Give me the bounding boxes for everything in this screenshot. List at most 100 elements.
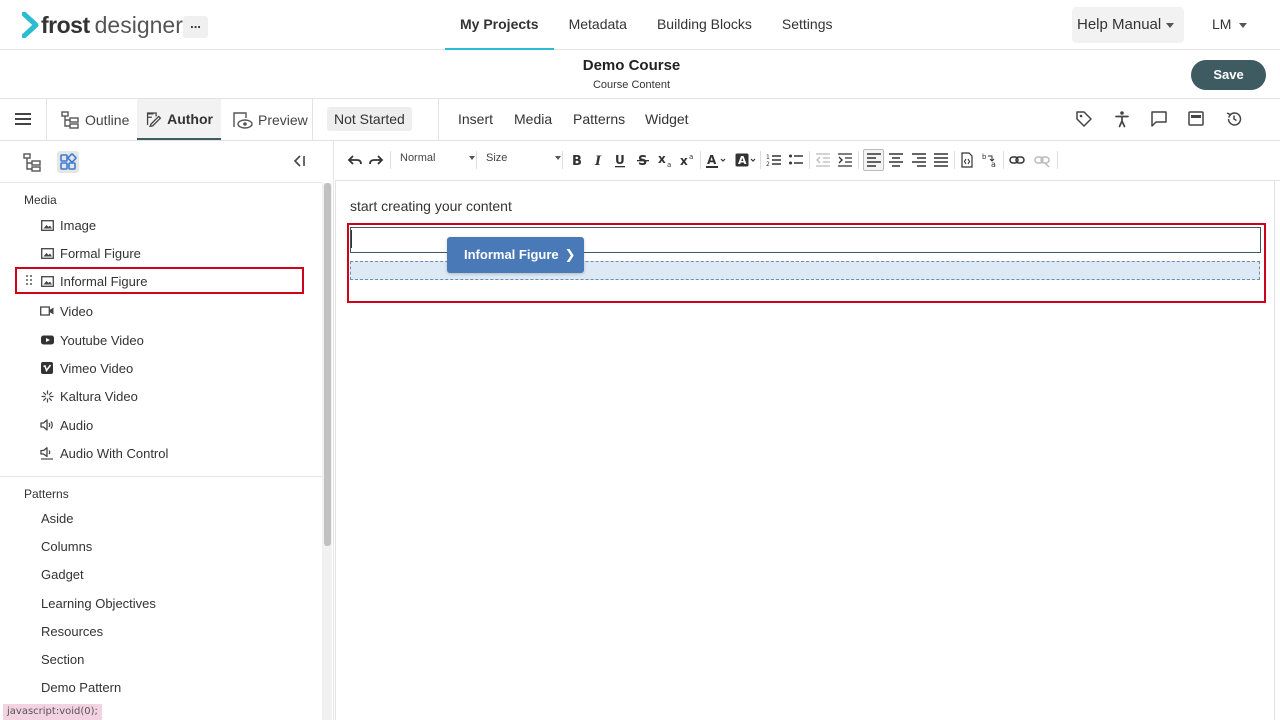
drag-handle-icon[interactable] [25,274,33,286]
tab-settings[interactable]: Settings [767,0,848,50]
menu-media[interactable]: Media [514,111,552,127]
kaltura-icon [40,389,54,403]
chevron-down-icon [555,156,561,160]
align-right-icon[interactable] [911,152,927,168]
unlink-icon[interactable] [1034,152,1050,168]
find-replace-icon[interactable]: ba [982,152,1000,168]
video-icon [40,304,54,318]
frost-designer-logo[interactable]: frost designer [22,11,183,39]
block-video[interactable]: Video [40,300,93,322]
bullet-list-icon[interactable] [788,152,804,168]
background-color-icon[interactable]: A [735,152,757,168]
tab-my-projects[interactable]: My Projects [445,0,554,50]
outdent-icon[interactable] [815,152,831,168]
tag-icon[interactable] [1075,110,1093,128]
undo-icon[interactable] [347,152,363,168]
tab-preview[interactable]: Preview [223,99,316,140]
image-icon [40,218,54,232]
comment-icon[interactable] [1150,110,1168,128]
align-justify-icon[interactable] [933,152,949,168]
superscript-icon[interactable]: xa [679,152,695,168]
user-initials: LM [1212,16,1232,32]
size-dropdown-value: Size [486,152,508,164]
divider [1003,151,1004,169]
help-manual-dropdown[interactable]: Help Manual [1072,7,1184,43]
user-menu[interactable]: LM [1212,16,1248,32]
text-color-icon[interactable]: A [705,152,727,168]
redo-icon[interactable] [368,152,384,168]
block-image[interactable]: Image [40,214,96,236]
block-audio-with-control[interactable]: Audio With Control [40,442,168,464]
logo-text-designer: designer [94,11,183,38]
accessibility-icon[interactable] [1113,110,1131,128]
menu-widget[interactable]: Widget [645,111,689,127]
highlighted-block-outline [15,267,304,294]
strikethrough-icon[interactable]: S [635,152,651,168]
sidebar-header [0,141,322,183]
course-title-bar: Demo Course Course Content Save [0,50,1280,99]
block-youtube-video-label: Youtube Video [60,332,144,348]
dragging-block-chip[interactable]: Informal Figure ❯ [447,237,584,273]
logo-chevron-icon [22,12,39,38]
save-button[interactable]: Save [1191,60,1266,90]
pattern-demo-pattern[interactable]: Demo Pattern [41,680,121,695]
align-center-icon[interactable] [888,152,904,168]
more-button[interactable]: ... [183,16,208,38]
course-title: Demo Course [582,57,681,74]
bold-icon[interactable]: B [568,152,584,168]
underline-icon[interactable]: U [612,152,628,168]
status-badge[interactable]: Not Started [327,107,412,131]
media-section-heading: Media [24,193,57,207]
chevron-right-icon: ❯ [564,247,576,262]
block-audio-with-control-label: Audio With Control [60,445,169,461]
numbered-list-icon[interactable]: 12 [766,152,782,168]
pattern-resources[interactable]: Resources [41,624,103,639]
source-code-icon[interactable] [959,152,975,168]
sidebar-scrollbar-thumb[interactable] [324,183,331,546]
pattern-learning-objectives[interactable]: Learning Objectives [41,596,156,611]
subscript-icon[interactable]: xa [657,152,673,168]
pattern-gadget[interactable]: Gadget [41,567,84,582]
history-icon[interactable] [1225,110,1243,128]
block-vimeo-video[interactable]: Vimeo Video [40,357,133,379]
tab-author[interactable]: Author [137,99,221,140]
tab-metadata[interactable]: Metadata [554,0,642,50]
outline-tree-icon [61,110,79,129]
svg-text:A: A [738,154,747,167]
svg-text:a: a [667,161,671,168]
block-audio[interactable]: Audio [40,414,93,436]
audio-icon [40,418,54,432]
blocks-grid-icon[interactable] [57,151,79,173]
patterns-section-heading: Patterns [24,487,69,501]
menu-patterns[interactable]: Patterns [573,111,625,127]
tab-outline[interactable]: Outline [52,99,137,140]
window-icon[interactable] [1187,110,1205,128]
editor-placeholder-text[interactable]: start creating your content [350,198,512,214]
indent-icon[interactable] [837,152,853,168]
align-left-icon[interactable] [866,152,882,168]
svg-text:b: b [982,153,987,161]
menu-insert[interactable]: Insert [458,111,493,127]
sidebar-divider [0,476,322,477]
pattern-aside[interactable]: Aside [41,511,74,526]
tab-building-blocks[interactable]: Building Blocks [642,0,767,50]
hamburger-menu-icon[interactable] [15,112,31,126]
pattern-section[interactable]: Section [41,652,84,667]
link-icon[interactable] [1009,152,1025,168]
format-dropdown[interactable]: Normal [400,150,475,170]
format-dropdown-value: Normal [400,152,436,164]
outline-tree-icon[interactable] [21,151,43,173]
browser-status-bar: javascript:void(0); [3,704,102,720]
block-kaltura-video[interactable]: Kaltura Video [40,385,138,407]
block-youtube-video[interactable]: Youtube Video [40,329,144,351]
collapse-sidebar-icon[interactable] [291,153,307,169]
italic-icon[interactable]: I [590,152,606,168]
youtube-icon [40,333,54,347]
divider [312,99,313,140]
dragging-block-label: Informal Figure [464,247,559,262]
divider [858,151,859,169]
size-dropdown[interactable]: Size [486,150,561,170]
block-formal-figure[interactable]: Formal Figure [40,242,141,264]
pattern-columns[interactable]: Columns [41,539,92,554]
svg-text:A: A [707,153,717,167]
